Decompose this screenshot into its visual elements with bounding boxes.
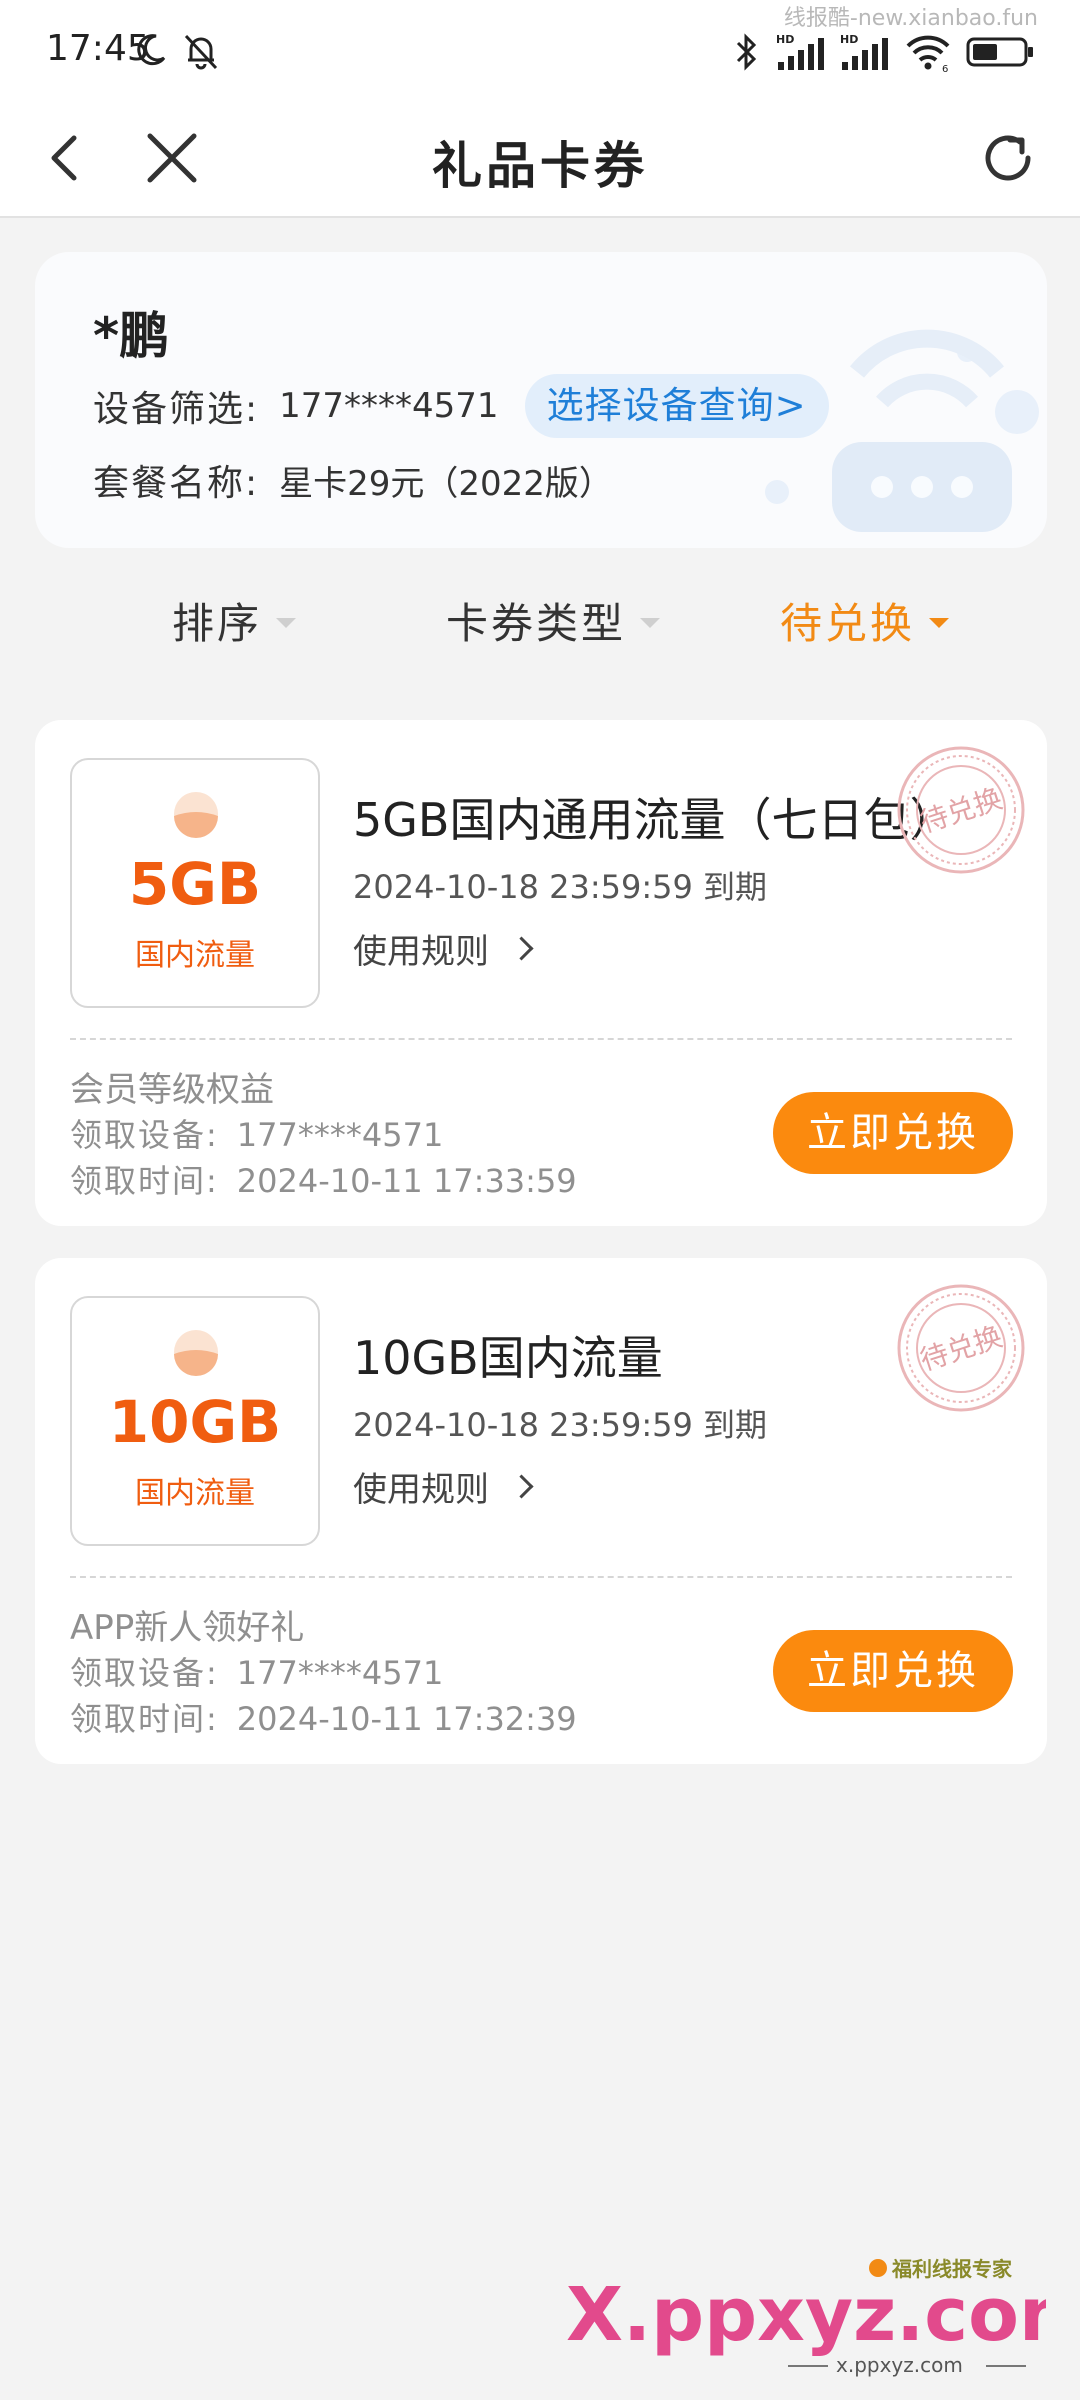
svg-text:HD: HD <box>840 33 858 46</box>
thumbnail-subtitle: 国内流量 <box>135 1476 255 1511</box>
status-filter-label: 待兑换 <box>780 598 916 648</box>
user-name: *鹏 <box>93 307 170 365</box>
status-icons: HD HD 6 <box>732 32 1036 72</box>
sort-filter[interactable]: 排序 <box>172 580 297 660</box>
claim-device-row: 领取设备: 177****4571 <box>70 1110 443 1156</box>
device-info-card: *鹏 设备筛选: 177****4571 选择设备查询> 套餐名称: 星卡29元… <box>35 252 1047 548</box>
svg-text:6: 6 <box>942 64 948 72</box>
svg-text:HD: HD <box>776 33 794 46</box>
coupon-card: 10GB 国内流量 10GB国内流量 2024-10-18 23:59:59 到… <box>35 1258 1047 1764</box>
caret-down-icon <box>276 618 297 628</box>
bell-mute-icon <box>184 34 218 70</box>
caret-down-icon <box>640 618 661 628</box>
chevron-right-icon <box>509 1474 534 1499</box>
coupon-type-filter[interactable]: 卡券类型 <box>446 580 661 660</box>
select-device-button[interactable]: 选择设备查询> <box>524 374 829 438</box>
coupon-type-filter-label: 卡券类型 <box>446 598 627 648</box>
signal-icon: HD <box>840 33 888 70</box>
coupon-title: 5GB国内通用流量（七日包） <box>353 793 956 847</box>
coupon-thumbnail: 5GB 国内流量 <box>70 758 320 1008</box>
claim-device-value: 177****4571 <box>236 1654 444 1692</box>
coupon-thumbnail: 10GB 国内流量 <box>70 1296 320 1546</box>
battery-icon <box>966 37 1033 67</box>
caret-down-icon <box>929 618 950 628</box>
coupon-expiry: 2024-10-18 23:59:59 到期 <box>353 1406 768 1444</box>
signal-icon: HD <box>776 33 824 70</box>
sun-icon <box>174 792 218 838</box>
filter-bar: 排序 卡券类型 待兑换 <box>0 580 1080 660</box>
claim-time-label: 领取时间: <box>70 1162 219 1200</box>
chevron-right-icon <box>509 936 534 961</box>
sort-filter-label: 排序 <box>172 598 263 648</box>
redeem-button[interactable]: 立即兑换 <box>773 1092 1013 1174</box>
watermark-logo-text: X.ppxyz.com <box>566 2272 1046 2358</box>
device-filter-label: 设备筛选: <box>93 389 260 430</box>
coupon-expiry: 2024-10-18 23:59:59 到期 <box>353 868 768 906</box>
thumbnail-amount: 10GB <box>108 1388 282 1456</box>
dashed-divider <box>70 1576 1012 1578</box>
claim-time-value: 2024-10-11 17:32:39 <box>236 1700 577 1738</box>
page-title: 礼品卡券 <box>432 137 648 195</box>
thumbnail-subtitle: 国内流量 <box>135 938 255 973</box>
wifi-icon: 6 <box>906 35 950 72</box>
usage-rules-label: 使用规则 <box>353 1470 489 1510</box>
device-filter-row: 设备筛选: 177****4571 选择设备查询> <box>93 374 829 438</box>
device-number: 177****4571 <box>279 386 499 426</box>
claim-time-value: 2024-10-11 17:33:59 <box>236 1162 577 1200</box>
coupon-source: 会员等级权益 <box>70 1070 274 1110</box>
thumbnail-amount: 5GB <box>128 850 262 918</box>
pending-stamp: 待兑换 <box>897 746 1025 874</box>
nav-bar: 礼品卡券 <box>0 100 1080 218</box>
bluetooth-icon <box>736 33 757 71</box>
coupon-source: APP新人领好礼 <box>70 1608 305 1648</box>
redeem-button[interactable]: 立即兑换 <box>773 1630 1013 1712</box>
dashed-divider <box>70 1038 1012 1040</box>
top-watermark: 线报酷-new.xianbao.fun <box>783 6 1038 31</box>
refresh-icon[interactable] <box>976 126 1040 190</box>
plan-name: 星卡29元（2022版） <box>279 463 613 504</box>
status-bar: 17:45 线报酷-new.xianbao.fun HD HD 6 <box>0 0 1080 100</box>
plan-label: 套餐名称: <box>93 463 260 504</box>
stamp-text: 待兑换 <box>916 782 1006 839</box>
ppxyz-watermark-logo: 福利线报专家 X.ppxyz.com x.ppxyz.com <box>566 2257 1046 2377</box>
usage-rules-link[interactable]: 使用规则 <box>353 924 534 973</box>
claim-time-label: 领取时间: <box>70 1700 219 1738</box>
claim-device-row: 领取设备: 177****4571 <box>70 1648 443 1694</box>
status-filter[interactable]: 待兑换 <box>780 580 950 660</box>
claim-time-row: 领取时间: 2024-10-11 17:32:39 <box>70 1694 577 1740</box>
stamp-text: 待兑换 <box>916 1320 1006 1377</box>
moon-icon <box>137 34 166 66</box>
coupon-title: 10GB国内流量 <box>353 1331 663 1385</box>
claim-time-row: 领取时间: 2024-10-11 17:33:59 <box>70 1156 577 1202</box>
claim-device-label: 领取设备: <box>70 1116 219 1154</box>
coupon-card: 5GB 国内流量 5GB国内通用流量（七日包） 2024-10-18 23:59… <box>35 720 1047 1226</box>
sun-icon <box>174 1330 218 1376</box>
usage-rules-label: 使用规则 <box>353 932 489 972</box>
plan-row: 套餐名称: 星卡29元（2022版） <box>93 452 613 508</box>
watermark-url: x.ppxyz.com <box>836 2353 963 2377</box>
claim-device-value: 177****4571 <box>236 1116 444 1154</box>
claim-device-label: 领取设备: <box>70 1654 219 1692</box>
usage-rules-link[interactable]: 使用规则 <box>353 1462 534 1511</box>
pending-stamp: 待兑换 <box>897 1284 1025 1412</box>
